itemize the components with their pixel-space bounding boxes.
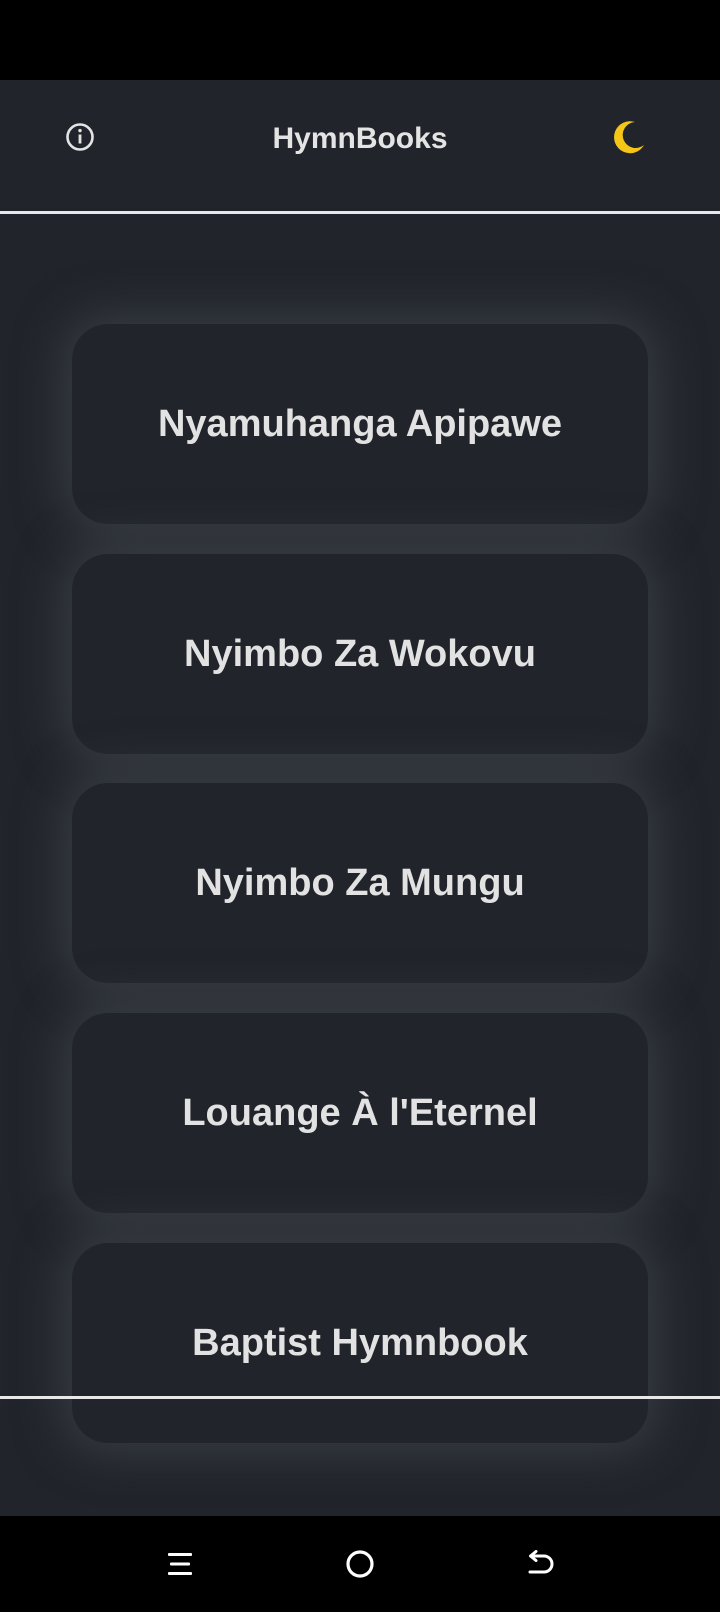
recents-icon[interactable] [156,1540,204,1588]
home-icon[interactable] [336,1540,384,1588]
hymnbook-card-nyimbo-za-wokovu[interactable]: Nyimbo Za Wokovu [72,554,648,754]
hymnbook-list: Nyamuhanga Apipawe Nyimbo Za Wokovu Nyim… [0,214,720,1443]
hymnbook-card-louange-a-l-eternel[interactable]: Louange À l'Eternel [72,1013,648,1213]
footer-divider [0,1396,720,1399]
hymnbook-card-nyamuhanga-apipawe[interactable]: Nyamuhanga Apipawe [72,324,648,524]
system-navigation-bar [0,1516,720,1612]
back-icon[interactable] [516,1540,564,1588]
hymnbook-label: Baptist Hymnbook [192,1321,528,1364]
app-header: HymnBooks [0,80,720,212]
phone-screen: HymnBooks Nyamuhanga Apipawe Nyimbo Za W… [0,0,720,1612]
hymnbook-label: Louange À l'Eternel [182,1091,538,1134]
hymnbook-label: Nyamuhanga Apipawe [157,402,562,445]
hymnbook-card-nyimbo-za-mungu[interactable]: Nyimbo Za Mungu [72,783,648,983]
hymnbook-label: Nyimbo Za Mungu [195,861,525,904]
hymnbook-label: Nyimbo Za Wokovu [184,632,536,675]
app-area: HymnBooks Nyamuhanga Apipawe Nyimbo Za W… [0,80,720,1516]
hymnbook-card-baptist-hymnbook[interactable]: Baptist Hymnbook [72,1243,648,1443]
status-bar [0,0,720,80]
crescent-moon-icon[interactable] [606,116,650,160]
